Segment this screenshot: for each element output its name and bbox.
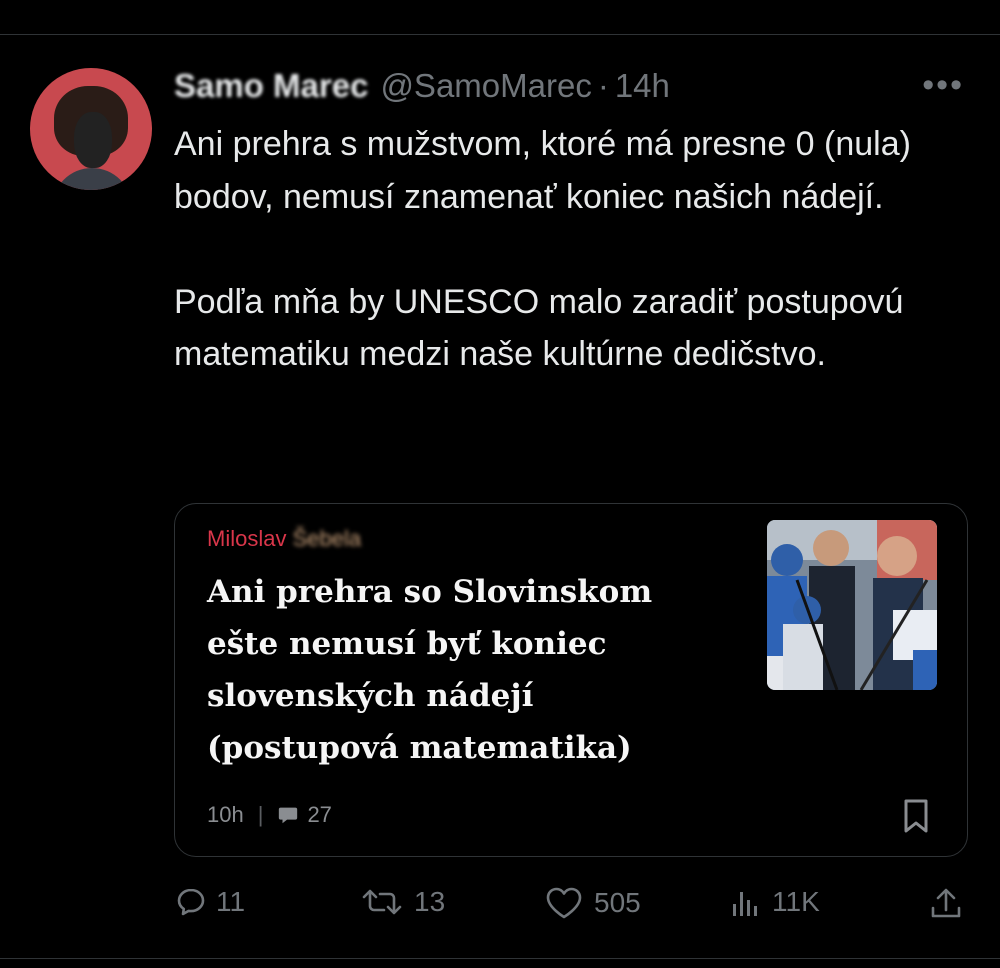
heart-icon (546, 887, 582, 919)
retweet-count: 13 (414, 886, 446, 917)
quoted-article-card[interactable]: Miloslav Šebela Ani prehra so Slovinskom… (174, 503, 968, 857)
tweet-text: Ani prehra s mužstvom, ktoré má presne 0… (174, 125, 911, 373)
retweet-button[interactable]: 13 (360, 886, 445, 918)
avatar-shirt (52, 168, 132, 190)
avatar-face (74, 112, 112, 168)
hockey-photo (767, 520, 937, 690)
like-count: 505 (594, 887, 641, 918)
more-options-icon[interactable]: ••• (922, 68, 964, 102)
share-button[interactable] (928, 886, 964, 922)
top-divider (0, 34, 1000, 35)
article-time: 10h (207, 802, 244, 827)
article-title[interactable]: Ani prehra so Slovinskom ešte nemusí byť… (207, 566, 727, 774)
reply-count: 11 (216, 886, 246, 917)
reply-button[interactable]: 11 (176, 886, 245, 918)
tweet-header: Samo Marec @SamoMarec · 14h (174, 64, 670, 108)
meta-separator: | (257, 802, 264, 827)
avatar[interactable] (30, 68, 152, 190)
article-meta: 10h | 27 (207, 802, 332, 828)
article-author-first: Miloslav (207, 526, 287, 551)
action-bar: 11 13 505 11K (0, 880, 1000, 930)
views-button[interactable]: 11K (730, 886, 820, 918)
bookmark-icon[interactable] (903, 798, 929, 834)
tweet-time[interactable]: 14h (615, 67, 670, 105)
bottom-divider (0, 958, 1000, 959)
views-icon (733, 892, 757, 916)
views-count: 11K (772, 886, 820, 917)
article-thumbnail[interactable] (767, 520, 937, 690)
comment-icon[interactable] (277, 804, 299, 826)
share-icon (931, 888, 961, 918)
reply-icon (177, 888, 205, 916)
article-author-last: Šebela (292, 526, 362, 551)
display-name[interactable]: Samo Marec (174, 67, 368, 105)
comment-count: 27 (307, 802, 332, 827)
article-author: Miloslav Šebela (207, 526, 361, 552)
retweet-icon (362, 889, 402, 915)
header-separator: · (597, 67, 609, 104)
like-button[interactable]: 505 (544, 886, 641, 920)
handle[interactable]: @SamoMarec (380, 67, 591, 105)
